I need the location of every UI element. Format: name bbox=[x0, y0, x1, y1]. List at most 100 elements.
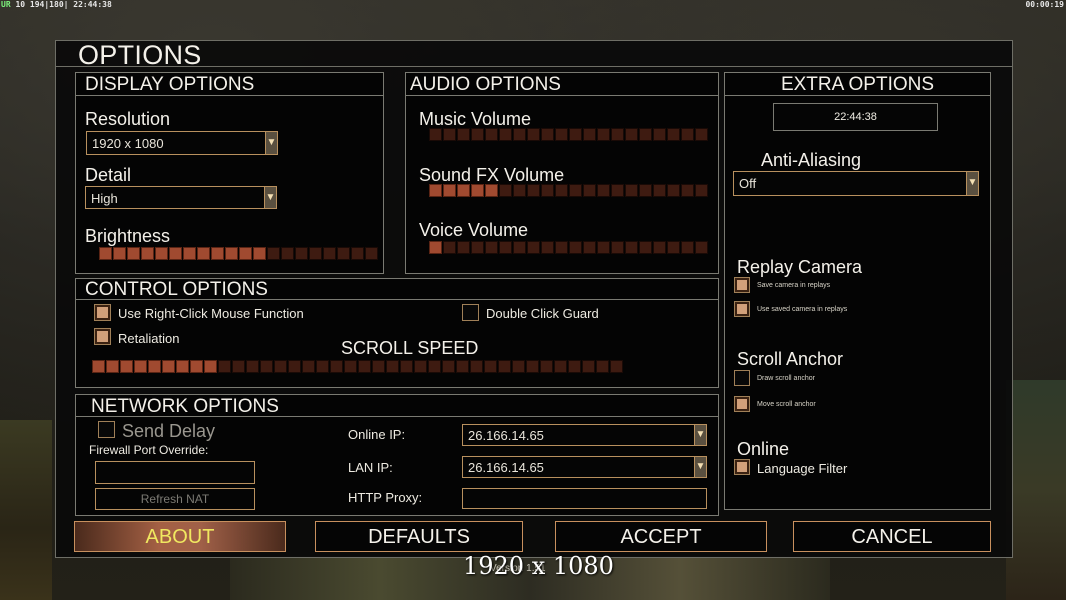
slider-segment[interactable] bbox=[667, 128, 680, 141]
slider-segment[interactable] bbox=[499, 184, 512, 197]
slider-segment[interactable] bbox=[92, 360, 105, 373]
save-camera-checkbox[interactable] bbox=[734, 277, 750, 293]
slider-segment[interactable] bbox=[583, 128, 596, 141]
slider-segment[interactable] bbox=[267, 247, 280, 260]
slider-segment[interactable] bbox=[541, 241, 554, 254]
accept-button[interactable]: ACCEPT bbox=[555, 521, 767, 552]
slider-segment[interactable] bbox=[653, 184, 666, 197]
slider-segment[interactable] bbox=[526, 360, 539, 373]
lan-ip-dropdown[interactable]: 26.166.14.65 ▼ bbox=[462, 456, 707, 478]
online-ip-dropdown[interactable]: 26.166.14.65 ▼ bbox=[462, 424, 707, 446]
detail-dropdown[interactable]: High ▼ bbox=[85, 186, 277, 209]
slider-segment[interactable] bbox=[610, 360, 623, 373]
slider-segment[interactable] bbox=[695, 241, 708, 254]
slider-segment[interactable] bbox=[667, 241, 680, 254]
slider-segment[interactable] bbox=[106, 360, 119, 373]
slider-segment[interactable] bbox=[443, 128, 456, 141]
slider-segment[interactable] bbox=[597, 128, 610, 141]
http-proxy-input[interactable] bbox=[462, 488, 707, 509]
slider-segment[interactable] bbox=[639, 184, 652, 197]
slider-segment[interactable] bbox=[583, 241, 596, 254]
slider-segment[interactable] bbox=[337, 247, 350, 260]
slider-segment[interactable] bbox=[457, 184, 470, 197]
slider-segment[interactable] bbox=[555, 128, 568, 141]
slider-segment[interactable] bbox=[309, 247, 322, 260]
slider-segment[interactable] bbox=[499, 128, 512, 141]
slider-segment[interactable] bbox=[471, 184, 484, 197]
slider-segment[interactable] bbox=[428, 360, 441, 373]
slider-segment[interactable] bbox=[639, 241, 652, 254]
slider-segment[interactable] bbox=[569, 128, 582, 141]
slider-segment[interactable] bbox=[471, 241, 484, 254]
slider-segment[interactable] bbox=[162, 360, 175, 373]
slider-segment[interactable] bbox=[681, 128, 694, 141]
slider-segment[interactable] bbox=[541, 184, 554, 197]
chevron-down-icon[interactable]: ▼ bbox=[694, 457, 706, 477]
slider-segment[interactable] bbox=[429, 128, 442, 141]
slider-segment[interactable] bbox=[274, 360, 287, 373]
about-button[interactable]: ABOUT bbox=[74, 521, 286, 552]
slider-segment[interactable] bbox=[281, 247, 294, 260]
slider-segment[interactable] bbox=[596, 360, 609, 373]
slider-segment[interactable] bbox=[197, 247, 210, 260]
use-saved-camera-checkbox[interactable] bbox=[734, 301, 750, 317]
slider-segment[interactable] bbox=[583, 184, 596, 197]
slider-segment[interactable] bbox=[190, 360, 203, 373]
chevron-down-icon[interactable]: ▼ bbox=[966, 172, 978, 195]
defaults-button[interactable]: DEFAULTS bbox=[315, 521, 523, 552]
slider-segment[interactable] bbox=[169, 247, 182, 260]
slider-segment[interactable] bbox=[555, 184, 568, 197]
slider-segment[interactable] bbox=[372, 360, 385, 373]
slider-segment[interactable] bbox=[400, 360, 413, 373]
slider-segment[interactable] bbox=[443, 184, 456, 197]
slider-segment[interactable] bbox=[681, 184, 694, 197]
slider-segment[interactable] bbox=[499, 241, 512, 254]
slider-segment[interactable] bbox=[225, 247, 238, 260]
chevron-down-icon[interactable]: ▼ bbox=[265, 132, 277, 154]
slider-segment[interactable] bbox=[653, 128, 666, 141]
slider-segment[interactable] bbox=[695, 184, 708, 197]
slider-segment[interactable] bbox=[681, 241, 694, 254]
slider-segment[interactable] bbox=[141, 247, 154, 260]
slider-segment[interactable] bbox=[513, 184, 526, 197]
scroll-speed-slider[interactable] bbox=[92, 360, 623, 373]
slider-segment[interactable] bbox=[513, 128, 526, 141]
slider-segment[interactable] bbox=[498, 360, 511, 373]
slider-segment[interactable] bbox=[246, 360, 259, 373]
slider-segment[interactable] bbox=[442, 360, 455, 373]
slider-segment[interactable] bbox=[611, 128, 624, 141]
slider-segment[interactable] bbox=[414, 360, 427, 373]
slider-segment[interactable] bbox=[484, 360, 497, 373]
slider-segment[interactable] bbox=[527, 184, 540, 197]
slider-segment[interactable] bbox=[541, 128, 554, 141]
slider-segment[interactable] bbox=[183, 247, 196, 260]
slider-segment[interactable] bbox=[611, 184, 624, 197]
double-click-guard-checkbox[interactable] bbox=[462, 304, 479, 321]
refresh-nat-button[interactable]: Refresh NAT bbox=[95, 488, 255, 510]
slider-segment[interactable] bbox=[569, 241, 582, 254]
slider-segment[interactable] bbox=[232, 360, 245, 373]
slider-segment[interactable] bbox=[134, 360, 147, 373]
slider-segment[interactable] bbox=[597, 184, 610, 197]
slider-segment[interactable] bbox=[302, 360, 315, 373]
brightness-slider[interactable] bbox=[99, 247, 378, 260]
slider-segment[interactable] bbox=[653, 241, 666, 254]
anti-aliasing-dropdown[interactable]: Off ▼ bbox=[733, 171, 979, 196]
slider-segment[interactable] bbox=[295, 247, 308, 260]
slider-segment[interactable] bbox=[288, 360, 301, 373]
slider-segment[interactable] bbox=[344, 360, 357, 373]
slider-segment[interactable] bbox=[457, 128, 470, 141]
slider-segment[interactable] bbox=[239, 247, 252, 260]
slider-segment[interactable] bbox=[470, 360, 483, 373]
slider-segment[interactable] bbox=[639, 128, 652, 141]
slider-segment[interactable] bbox=[555, 241, 568, 254]
slider-segment[interactable] bbox=[358, 360, 371, 373]
slider-segment[interactable] bbox=[127, 247, 140, 260]
slider-segment[interactable] bbox=[568, 360, 581, 373]
slider-segment[interactable] bbox=[457, 241, 470, 254]
sound-fx-volume-slider[interactable] bbox=[429, 184, 708, 197]
slider-segment[interactable] bbox=[485, 184, 498, 197]
slider-segment[interactable] bbox=[456, 360, 469, 373]
send-delay-checkbox[interactable] bbox=[98, 421, 115, 438]
slider-segment[interactable] bbox=[611, 241, 624, 254]
